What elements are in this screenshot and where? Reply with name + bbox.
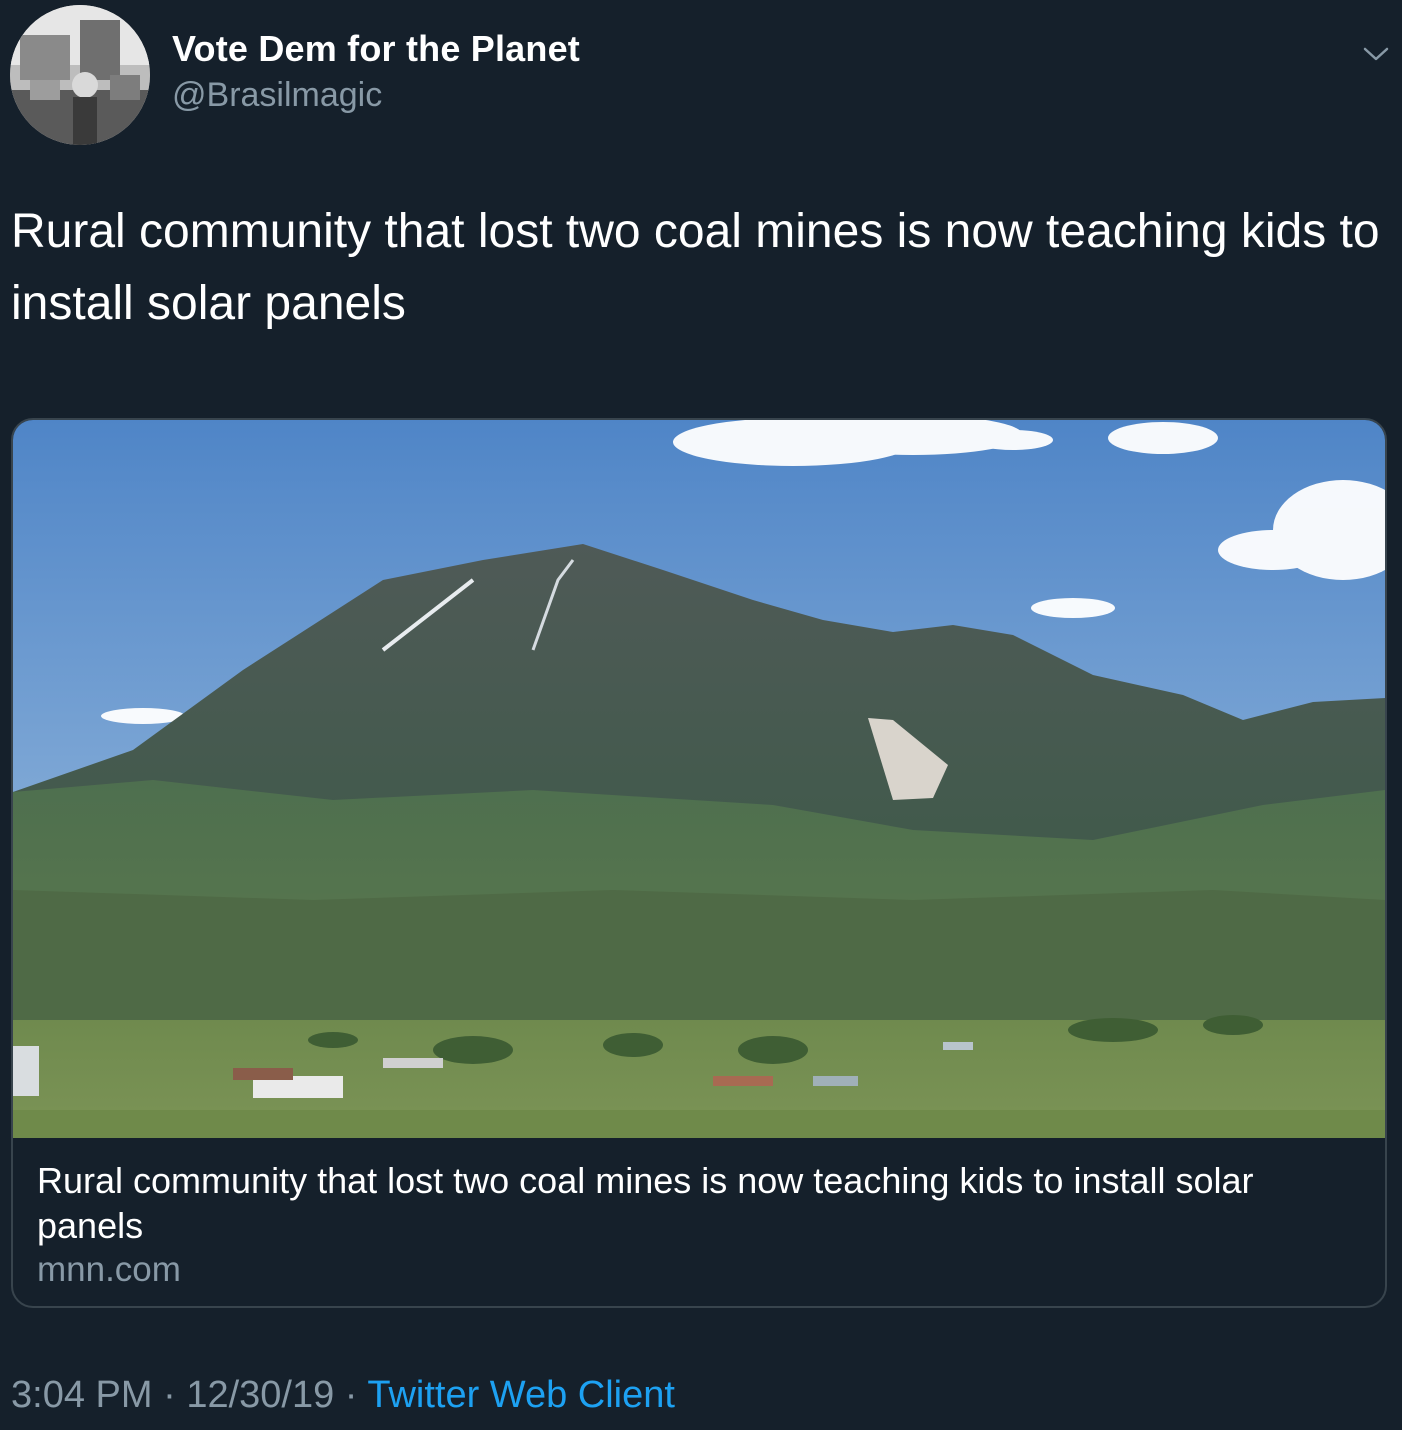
chevron-down-icon[interactable] [1362, 44, 1390, 64]
tweet-source-link[interactable]: Twitter Web Client [367, 1374, 675, 1416]
card-title[interactable]: Rural community that lost two coal mines… [37, 1158, 1297, 1248]
card-domain: mnn.com [37, 1250, 181, 1289]
avatar[interactable] [10, 5, 150, 145]
link-card[interactable]: Rural community that lost two coal mines… [11, 418, 1387, 1308]
tweet-meta: 3:04 PM · 12/30/19 · Twitter Web Client [11, 1374, 675, 1417]
card-image[interactable] [13, 420, 1385, 1138]
author-display-name[interactable]: Vote Dem for the Planet [172, 28, 580, 70]
meta-separator: · [344, 1374, 358, 1416]
tweet-text: Rural community that lost two coal mines… [11, 205, 1380, 330]
tweet-time[interactable]: 3:04 PM [11, 1374, 153, 1416]
author-handle[interactable]: @Brasilmagic [172, 76, 382, 115]
tweet-date[interactable]: 12/30/19 [186, 1374, 334, 1416]
meta-separator: · [163, 1374, 176, 1416]
